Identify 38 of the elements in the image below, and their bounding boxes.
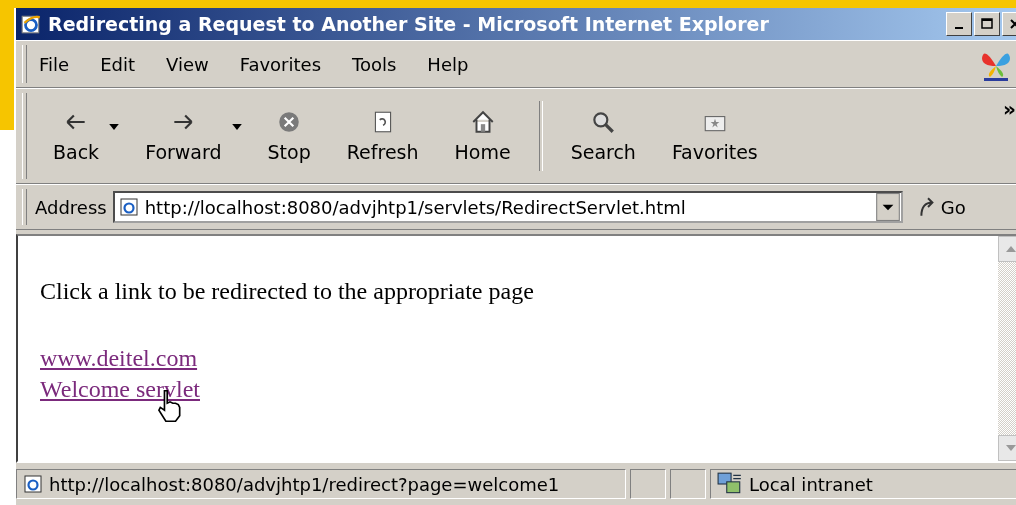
search-icon — [590, 109, 617, 135]
maximize-button[interactable] — [974, 12, 1000, 36]
status-panel — [630, 469, 666, 499]
toolbar-button[interactable]: Back — [35, 109, 118, 163]
toolbar-button[interactable]: Search — [552, 109, 654, 163]
toolbar-button[interactable]: Home — [436, 109, 529, 163]
caret-icon[interactable] — [109, 124, 120, 130]
minimize-icon — [955, 27, 963, 29]
page-link[interactable]: www.deitel.com — [40, 345, 198, 372]
minimize-button[interactable] — [946, 12, 972, 36]
browser-logo-icon — [20, 13, 42, 35]
menu-item[interactable]: File — [39, 53, 70, 75]
address-label: Address — [35, 196, 107, 218]
status-text: http://localhost:8080/advjhtp1/redirect?page=welcome1 — [49, 473, 560, 495]
menu-item[interactable]: Tools — [352, 53, 397, 75]
page-icon — [118, 197, 139, 217]
menu-item[interactable]: Edit — [100, 53, 135, 75]
maximize-icon — [980, 17, 994, 31]
toolbar-button[interactable]: Favorites — [653, 109, 776, 163]
dropdown-button[interactable] — [875, 193, 900, 221]
zone-label: Local intranet — [749, 473, 873, 495]
go-button[interactable]: Go — [916, 196, 966, 218]
toolbar-button[interactable]: Forward — [127, 109, 240, 163]
page-link[interactable]: Welcome servlet — [40, 376, 200, 403]
menu-item[interactable]: Help — [427, 53, 469, 75]
toolbar-button[interactable]: Stop — [249, 109, 329, 163]
more-chevron[interactable]: » — [1003, 97, 1016, 121]
menu-item[interactable]: View — [166, 53, 209, 75]
down-arrow-icon — [1006, 445, 1016, 451]
menu-item[interactable]: Favorites — [239, 53, 321, 75]
up-arrow-icon — [1006, 246, 1016, 252]
status-panel — [670, 469, 706, 499]
intro-text: Click a link to be redirected to the appropriate page — [40, 278, 535, 305]
address-field[interactable]: http://localhost:8080/advjhtp1/servlets/RedirectServlet.html — [112, 191, 903, 223]
window-title: Redirecting a Request to Another Site - Microsoft Internet Explorer — [48, 13, 769, 35]
caret-icon[interactable] — [231, 124, 242, 130]
toolbar-button[interactable]: Refresh — [328, 109, 437, 163]
page-icon — [23, 474, 43, 494]
